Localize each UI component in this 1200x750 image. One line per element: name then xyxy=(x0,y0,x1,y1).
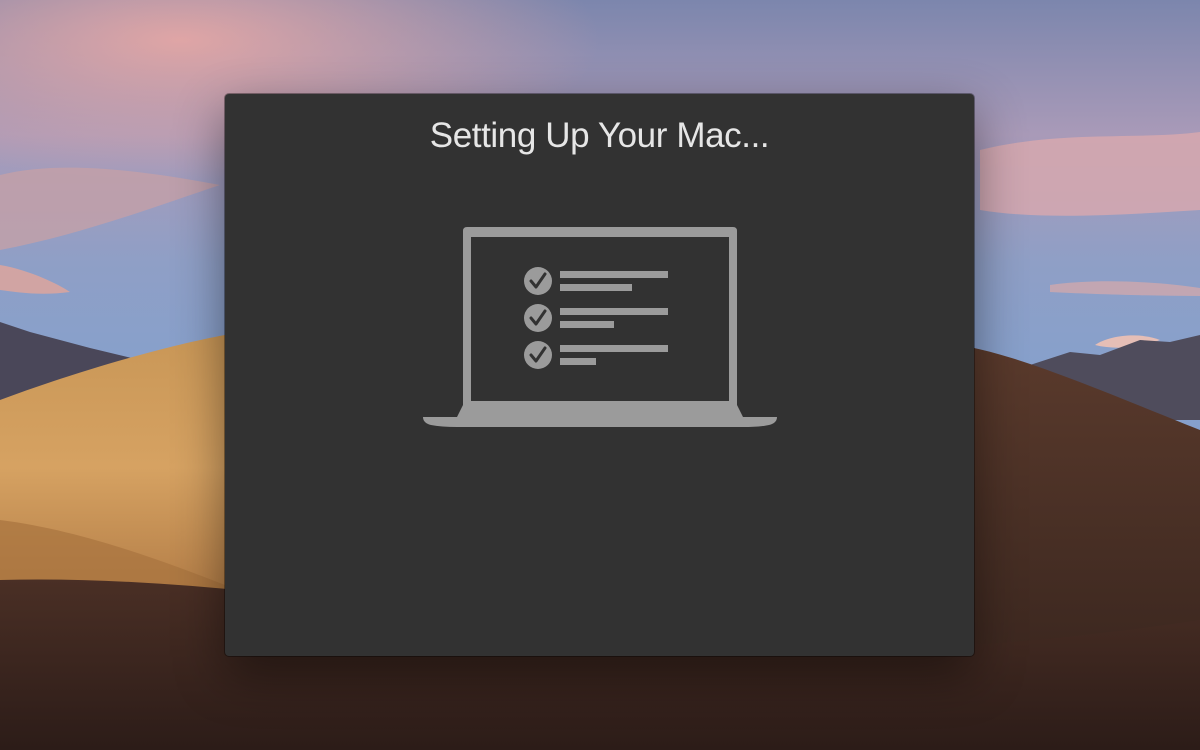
setup-assistant-window: Setting Up Your Mac... xyxy=(225,94,974,656)
laptop-checklist-icon xyxy=(423,227,777,427)
checkmark-icon xyxy=(524,267,552,295)
checkmark-icon xyxy=(524,341,552,369)
setup-title: Setting Up Your Mac... xyxy=(429,116,770,155)
checkmark-icon xyxy=(524,304,552,332)
desktop: Setting Up Your Mac... xyxy=(0,0,1200,750)
